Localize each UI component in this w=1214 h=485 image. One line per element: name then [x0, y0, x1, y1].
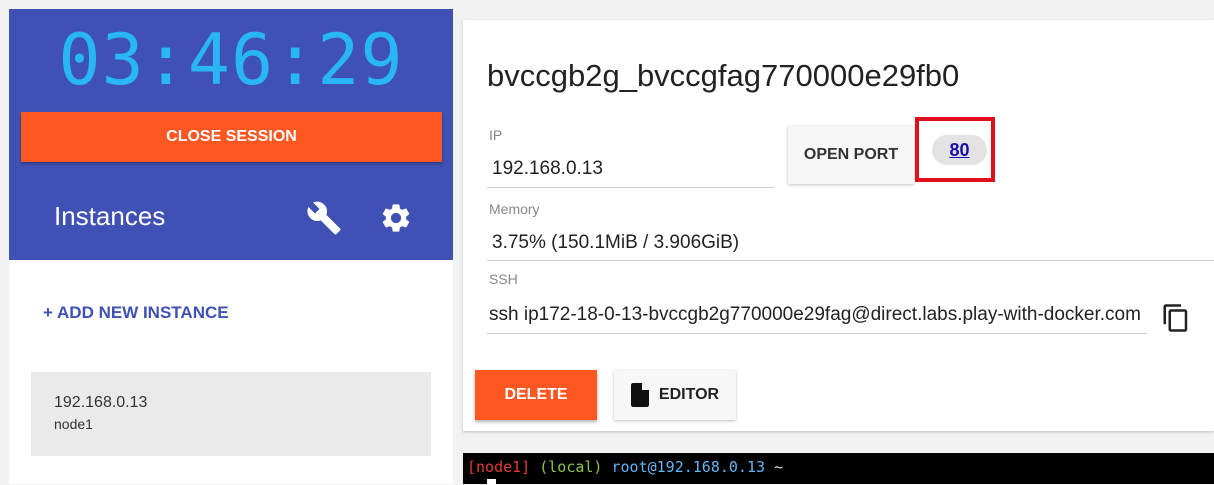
- instance-ip: 192.168.0.13: [54, 394, 148, 411]
- instance-detail-card: bvccgb2g_bvccgfag770000e29fb0 IP 192.168…: [463, 20, 1214, 431]
- file-icon: [630, 383, 649, 407]
- ip-value: 192.168.0.13: [492, 158, 603, 179]
- ssh-command-field[interactable]: ssh ip172-18-0-13-bvccgb2g770000e29fag@d…: [489, 304, 1145, 326]
- ip-underline: [487, 187, 774, 188]
- ip-label: IP: [489, 127, 503, 143]
- memory-label: Memory: [489, 201, 540, 217]
- editor-label: EDITOR: [658, 386, 720, 403]
- add-new-instance-button[interactable]: + ADD NEW INSTANCE: [43, 303, 229, 323]
- terminal[interactable]: [node1] (local) root@192.168.0.13 ~: [463, 453, 1214, 485]
- memory-value: 3.75% (150.1MiB / 3.906GiB): [492, 232, 740, 253]
- instances-title: Instances: [54, 201, 166, 231]
- terminal-cursor: [487, 479, 496, 485]
- instance-list-item[interactable]: 192.168.0.13 node1: [31, 372, 431, 456]
- sidebar-header: 03:46:29 CLOSE SESSION Instances: [9, 9, 453, 260]
- wrench-icon[interactable]: [306, 200, 342, 236]
- copy-icon[interactable]: [1161, 302, 1191, 334]
- instance-name: bvccgb2g_bvccgfag770000e29fb0: [487, 58, 960, 93]
- port-link[interactable]: 80: [932, 135, 987, 165]
- instance-hostname: node1: [54, 416, 93, 432]
- open-port-button[interactable]: OPEN PORT: [788, 126, 914, 184]
- memory-underline: [487, 260, 1214, 261]
- ssh-label: SSH: [489, 271, 518, 287]
- terminal-prompt: root@192.168.0.13: [611, 458, 766, 476]
- gear-icon[interactable]: [379, 201, 413, 235]
- port-highlight-box: 80: [915, 117, 995, 182]
- editor-button[interactable]: EDITOR: [614, 370, 736, 420]
- sidebar: 03:46:29 CLOSE SESSION Instances + ADD N…: [9, 9, 453, 484]
- delete-button[interactable]: DELETE: [475, 370, 597, 420]
- terminal-node-tag: [node1]: [467, 458, 531, 476]
- session-timer: 03:46:29: [58, 19, 404, 101]
- terminal-local-tag: (local): [539, 458, 603, 476]
- terminal-prompt-line: [node1] (local) root@192.168.0.13 ~: [467, 458, 783, 476]
- terminal-path: ~: [774, 458, 784, 476]
- ssh-underline: [487, 333, 1147, 334]
- close-session-button[interactable]: CLOSE SESSION: [21, 112, 442, 162]
